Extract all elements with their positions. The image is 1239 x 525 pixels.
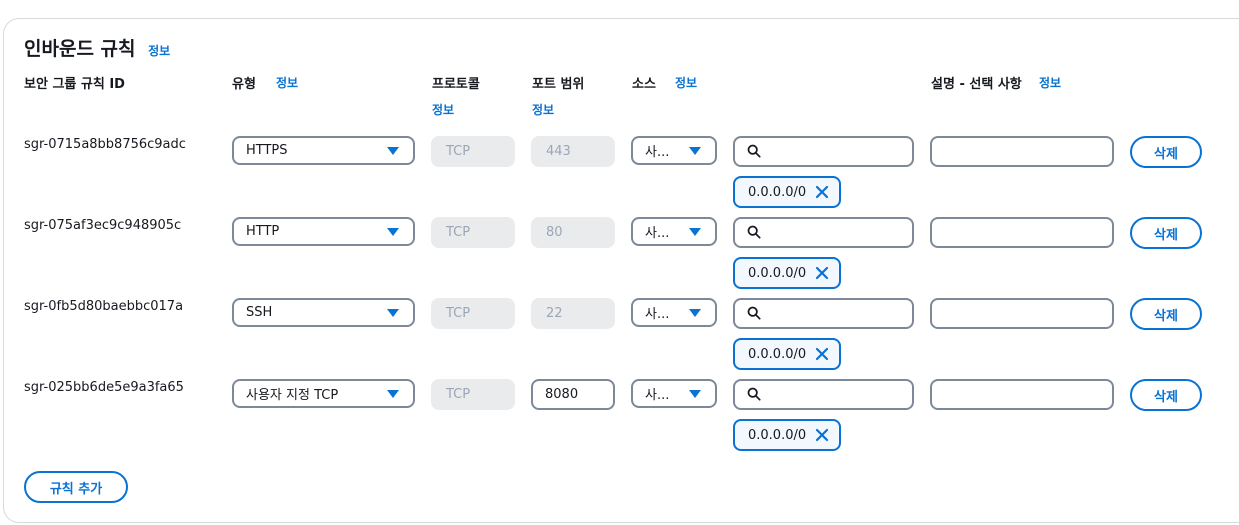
caret-down-icon [689,228,701,236]
description-input[interactable] [930,379,1114,410]
rule-type-select[interactable]: 사용자 지정 TCP [232,379,415,408]
caret-down-icon [387,228,399,236]
column-header-port-range: 포트 범위 [532,77,585,92]
source-type-value: 사... [645,307,670,322]
rule-type-select[interactable]: SSH [232,298,415,327]
source-type-select[interactable]: 사... [631,379,717,408]
delete-rule-button[interactable]: 삭제 [1130,217,1202,249]
protocol-field: TCP [431,136,515,167]
rule-id: sgr-025bb6de5e9a3fa65 [24,380,184,395]
caret-down-icon [387,390,399,398]
port-range-info-link[interactable]: 정보 [532,101,554,118]
delete-rule-button[interactable]: 삭제 [1130,298,1202,330]
rule-type-select[interactable]: HTTP [232,217,415,246]
description-input[interactable] [930,298,1114,329]
delete-rule-button[interactable]: 삭제 [1130,136,1202,168]
inbound-rules-panel [3,18,1239,523]
description-info-link[interactable]: 정보 [1039,74,1061,91]
column-header-source: 소스 [632,77,656,92]
section-title: 인바운드 규칙 정보 [24,34,170,61]
source-info-link[interactable]: 정보 [675,74,697,91]
close-icon[interactable] [815,428,829,442]
source-type-value: 사... [645,145,670,160]
cidr-token: 0.0.0.0/0 [733,176,841,208]
rule-type-value: 사용자 지정 TCP [246,388,339,403]
close-icon[interactable] [815,347,829,361]
rule-id: sgr-0715a8bb8756c9adc [24,137,186,152]
rule-type-value: HTTPS [246,143,288,158]
source-cidr-search-input[interactable] [733,298,914,329]
cidr-token: 0.0.0.0/0 [733,338,841,370]
caret-down-icon [387,309,399,317]
column-header-description: 설명 - 선택 사항 [931,77,1022,92]
rule-id: sgr-0fb5d80baebbc017a [24,299,184,314]
source-type-select[interactable]: 사... [631,217,717,246]
source-cidr-search-input[interactable] [733,217,914,248]
source-type-value: 사... [645,388,670,403]
protocol-field: TCP [431,379,515,410]
rule-id: sgr-075af3ec9c948905c [24,218,182,233]
search-icon [747,306,761,320]
source-cidr-search-input[interactable] [733,379,914,410]
section-info-link[interactable]: 정보 [148,44,170,58]
cidr-token: 0.0.0.0/0 [733,419,841,451]
source-type-value: 사... [645,226,670,241]
cidr-token-value: 0.0.0.0/0 [748,346,807,362]
port-range-field: 22 [531,298,615,329]
rule-type-value: SSH [246,305,273,320]
port-range-field[interactable]: 8080 [531,379,615,410]
protocol-info-link[interactable]: 정보 [432,101,454,118]
type-info-link[interactable]: 정보 [276,74,298,91]
search-icon [747,387,761,401]
column-header-rule-id: 보안 그룹 규칙 ID [24,77,125,92]
cidr-token-value: 0.0.0.0/0 [748,265,807,281]
caret-down-icon [387,147,399,155]
cidr-token: 0.0.0.0/0 [733,257,841,289]
search-icon [747,144,761,158]
protocol-field: TCP [431,217,515,248]
delete-rule-button[interactable]: 삭제 [1130,379,1202,411]
close-icon[interactable] [815,185,829,199]
caret-down-icon [689,390,701,398]
cidr-token-value: 0.0.0.0/0 [748,184,807,200]
section-title-text: 인바운드 규칙 [24,38,136,60]
column-header-type: 유형 [232,77,256,92]
description-input[interactable] [930,217,1114,248]
close-icon[interactable] [815,266,829,280]
source-type-select[interactable]: 사... [631,136,717,165]
caret-down-icon [689,309,701,317]
port-range-field: 80 [531,217,615,248]
cidr-token-value: 0.0.0.0/0 [748,427,807,443]
source-type-select[interactable]: 사... [631,298,717,327]
protocol-field: TCP [431,298,515,329]
source-cidr-search-input[interactable] [733,136,914,167]
add-rule-button[interactable]: 규칙 추가 [24,471,128,503]
column-header-protocol: 프로토콜 [432,77,480,92]
rule-type-select[interactable]: HTTPS [232,136,415,165]
search-icon [747,225,761,239]
rule-type-value: HTTP [246,224,280,239]
port-range-field: 443 [531,136,615,167]
description-input[interactable] [930,136,1114,167]
caret-down-icon [689,147,701,155]
